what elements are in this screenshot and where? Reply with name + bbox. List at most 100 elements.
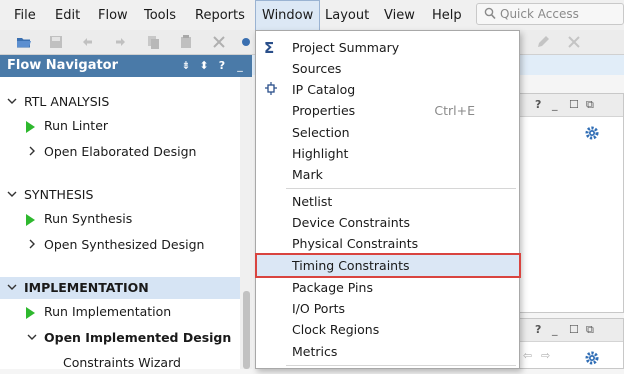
menu-item-ip-catalog[interactable]: IP Catalog (256, 79, 519, 100)
float-icon[interactable]: ⧉ (586, 98, 594, 112)
menu-item-label: Sources (292, 61, 342, 76)
menu-bar: File Edit Flow Tools Reports Window Layo… (0, 0, 624, 30)
chevron-right-icon (29, 146, 35, 156)
help-icon[interactable]: ? (535, 323, 541, 336)
flow-navigator-header: Flow Navigator ⇟ ⬍ ? _ (0, 55, 252, 77)
menu-item-highlight[interactable]: Highlight (256, 143, 519, 164)
nav-item-label: Run Implementation (44, 304, 172, 319)
open-project-icon[interactable] (16, 34, 32, 50)
settings-icon[interactable] (238, 34, 254, 50)
menu-item-metrics[interactable]: Metrics (256, 341, 519, 362)
gear-icon[interactable] (585, 126, 599, 140)
menu-item-physical-constraints[interactable]: Physical Constraints (256, 233, 519, 254)
menu-item-device-constraints[interactable]: Device Constraints (256, 212, 519, 233)
redo-icon[interactable] (112, 34, 128, 50)
run-icon (26, 214, 35, 226)
menu-reports[interactable]: Reports (195, 8, 245, 23)
nav-item-open-synthesized-design[interactable]: Open Synthesized Design (0, 234, 240, 256)
expand-collapse-icon[interactable]: ⬍ (198, 59, 210, 73)
menu-layout[interactable]: Layout (325, 8, 369, 23)
nav-item-label: Run Linter (44, 118, 109, 133)
section-rtl-analysis[interactable]: RTL ANALYSIS (0, 91, 240, 113)
section-synthesis[interactable]: SYNTHESIS (0, 184, 240, 206)
edit-icon[interactable] (535, 34, 551, 50)
quick-access-placeholder: Quick Access (500, 7, 579, 21)
help-icon[interactable]: ? (535, 98, 541, 111)
menu-item-label: Selection (292, 125, 350, 140)
minimize-icon[interactable]: _ (552, 98, 558, 111)
menu-item-io-ports[interactable]: I/O Ports (256, 298, 519, 319)
menu-edit[interactable]: Edit (55, 8, 80, 23)
nav-item-run-linter[interactable]: Run Linter (0, 115, 240, 137)
nav-item-run-implementation[interactable]: Run Implementation (0, 301, 240, 323)
ip-catalog-icon (265, 82, 277, 95)
menu-item-package-pins[interactable]: Package Pins (256, 277, 519, 298)
menu-window[interactable]: Window (255, 0, 321, 30)
menu-item-netlist[interactable]: Netlist (256, 191, 519, 212)
run-icon (26, 307, 35, 319)
menu-item-label: Mark (292, 167, 323, 182)
paste-icon[interactable] (178, 34, 194, 50)
menu-item-mark[interactable]: Mark (256, 164, 519, 185)
section-label: SYNTHESIS (24, 187, 94, 202)
back-arrow-icon[interactable]: ⇦ (523, 349, 532, 362)
top-right-panel: ? _ ☐ ⧉ (518, 93, 624, 313)
sigma-icon: Σ (264, 39, 275, 57)
scrollbar-thumb[interactable] (243, 291, 250, 369)
nav-item-run-synthesis[interactable]: Run Synthesis (0, 208, 240, 230)
help-icon[interactable]: ? (216, 59, 228, 73)
nav-item-open-elaborated-design[interactable]: Open Elaborated Design (0, 141, 240, 163)
delete-icon[interactable] (211, 34, 227, 50)
menu-item-label: Device Constraints (292, 215, 411, 230)
menu-item-label: Properties (292, 103, 356, 118)
nav-item-label: Run Synthesis (44, 211, 133, 226)
maximize-icon[interactable]: ☐ (569, 98, 579, 111)
chevron-down-icon (27, 334, 37, 340)
nav-item-constraints-wizard[interactable]: Constraints Wizard (0, 352, 240, 374)
menu-flow[interactable]: Flow (98, 8, 128, 23)
menu-item-clock-regions[interactable]: Clock Regions (256, 319, 519, 340)
gear-icon[interactable] (585, 351, 599, 365)
section-implementation[interactable]: IMPLEMENTATION (0, 277, 240, 299)
section-label: IMPLEMENTATION (24, 280, 149, 295)
search-icon (484, 7, 496, 20)
menu-item-label: IP Catalog (292, 82, 356, 97)
undo-icon[interactable] (80, 34, 96, 50)
menu-item-label: Metrics (292, 344, 338, 359)
minimize-icon[interactable]: _ (552, 323, 558, 336)
bottom-right-panel: ? _ ☐ ⧉ ⇦ ⇨ (518, 318, 624, 369)
menu-item-timing-constraints[interactable]: Timing Constraints (255, 253, 521, 278)
save-icon[interactable] (48, 34, 64, 50)
menu-separator (286, 188, 516, 189)
maximize-icon[interactable]: ☐ (569, 323, 579, 336)
menu-item-label: Highlight (292, 146, 349, 161)
menu-item-label: Clock Regions (292, 322, 380, 337)
forward-arrow-icon[interactable]: ⇨ (541, 349, 550, 362)
menu-separator (286, 365, 516, 366)
menu-item-project-summary[interactable]: Σ Project Summary (256, 37, 519, 58)
flow-navigator-panel: Flow Navigator ⇟ ⬍ ? _ RTL ANALYSIS Run … (0, 55, 252, 370)
minimize-icon[interactable]: _ (234, 59, 246, 73)
menu-item-label: Physical Constraints (292, 236, 419, 251)
quick-access-search[interactable]: Quick Access (476, 3, 624, 25)
chevron-down-icon (7, 191, 17, 197)
collapse-all-icon[interactable]: ⇟ (180, 59, 192, 73)
nav-item-label: Open Synthesized Design (44, 237, 205, 252)
nav-item-open-implemented-design[interactable]: Open Implemented Design (0, 327, 240, 349)
copy-icon[interactable] (145, 34, 161, 50)
menu-view[interactable]: View (384, 8, 415, 23)
float-icon[interactable]: ⧉ (586, 323, 594, 337)
menu-help[interactable]: Help (432, 8, 462, 23)
section-label: RTL ANALYSIS (24, 94, 110, 109)
menu-item-sources[interactable]: Sources (256, 58, 519, 79)
menu-item-label: Netlist (292, 194, 333, 209)
panel-header: ? _ ☐ ⧉ (519, 319, 623, 342)
menu-item-properties[interactable]: Properties Ctrl+E (256, 100, 519, 121)
menu-item-accelerator: Ctrl+E (434, 103, 475, 118)
remove-icon[interactable] (566, 34, 582, 50)
menu-file[interactable]: File (14, 8, 36, 23)
chevron-down-icon (7, 98, 17, 104)
run-icon (26, 121, 35, 133)
menu-item-selection[interactable]: Selection (256, 122, 519, 143)
menu-tools[interactable]: Tools (144, 8, 176, 23)
